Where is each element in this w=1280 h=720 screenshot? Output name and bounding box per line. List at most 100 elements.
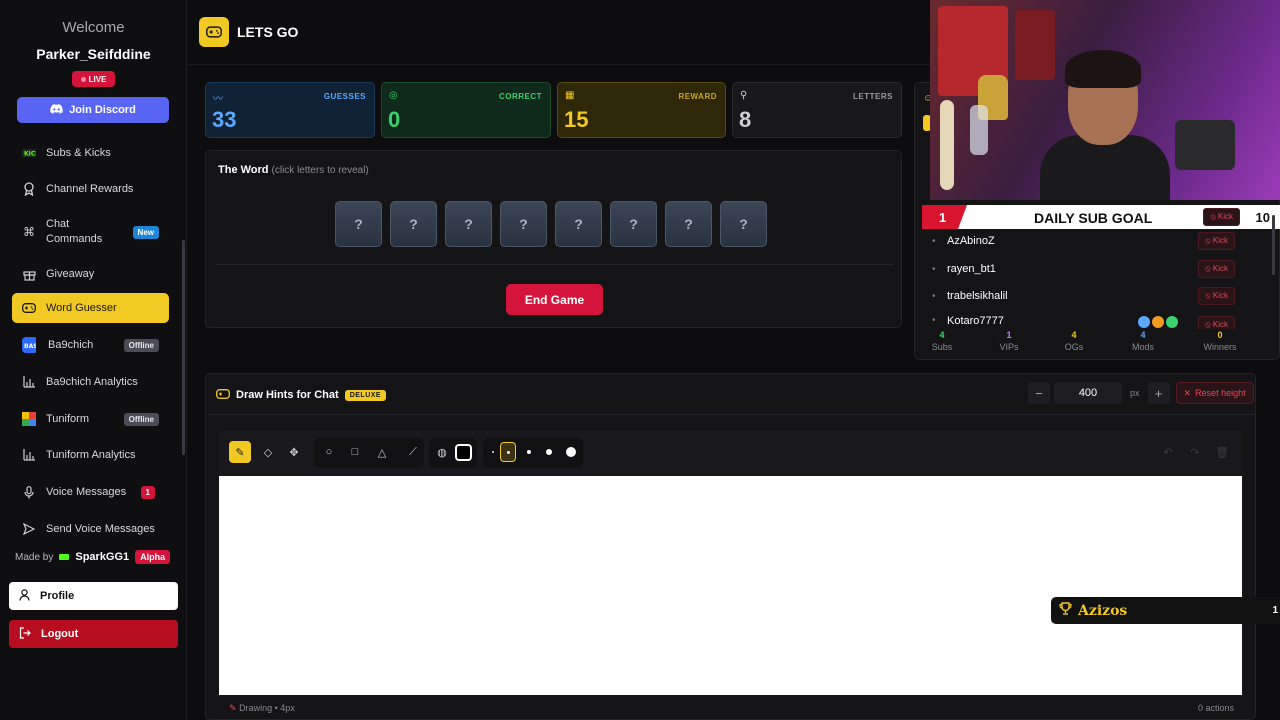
sidebar-item-voice-messages[interactable]: Voice Messages 1: [12, 479, 169, 505]
webcam-overlay: [930, 0, 1280, 200]
pencil-icon: ✎: [235, 446, 245, 459]
circle-tool-button[interactable]: ○: [318, 441, 340, 463]
trophy-icon: [1059, 602, 1072, 619]
logout-button[interactable]: Logout: [9, 620, 178, 648]
sidebar-item-subs-kicks[interactable]: KICK Subs & Kicks: [12, 140, 169, 166]
close-icon: ✕: [1183, 387, 1192, 398]
users-scrollbar[interactable]: [1272, 215, 1275, 275]
join-discord-label: Join Discord: [69, 104, 136, 116]
stat-label: Mods: [1131, 342, 1154, 352]
sidebar-item-tuniform[interactable]: Tuniform Offline: [12, 406, 169, 432]
letter-tile[interactable]: ?: [500, 201, 547, 247]
word-card: The Word (click letters to reveal) ? ? ? …: [205, 150, 902, 328]
sidebar-item-chat-commands[interactable]: ⌘ Chat Commands New: [12, 216, 169, 248]
size-dot-icon: [506, 450, 510, 454]
decrease-height-button[interactable]: −: [1028, 382, 1050, 404]
kick-button[interactable]: ⦸ Kick: [1198, 316, 1235, 329]
pencil-tool-button[interactable]: ✎: [229, 441, 251, 463]
stat-label: CORRECT: [498, 92, 542, 101]
brush-size-5-button[interactable]: [560, 441, 582, 463]
stat-subs: 4 Subs: [917, 330, 967, 352]
made-by-label: Made by: [15, 551, 54, 563]
letter-tile[interactable]: ?: [390, 201, 437, 247]
letter-tile[interactable]: ?: [335, 201, 382, 247]
winner-toast: Azizos 1: [1051, 597, 1280, 624]
letter-tile[interactable]: ?: [610, 201, 657, 247]
kick-button[interactable]: ⦸ Kick: [1198, 287, 1235, 305]
stat-count: 4: [1071, 330, 1077, 340]
height-control: − 400 px + ✕ Reset height: [1028, 382, 1254, 404]
bullet-icon: •: [932, 315, 936, 326]
user-row: • AzAbinoZ ⦸ Kick: [920, 228, 1240, 254]
sidebar-item-giveaway[interactable]: Giveaway: [12, 261, 169, 287]
end-game-button[interactable]: End Game: [506, 284, 603, 315]
sidebar-item-ba9chich[interactable]: BA9 Ba9chich Offline: [12, 332, 169, 358]
author-name[interactable]: SparkGG1: [75, 551, 129, 563]
join-discord-button[interactable]: Join Discord: [17, 97, 169, 123]
color-swatch: [454, 443, 472, 461]
clear-canvas-button[interactable]: 🗑: [1211, 441, 1233, 463]
deluxe-badge: DELUXE: [344, 389, 387, 401]
letter-tile[interactable]: ?: [720, 201, 767, 247]
new-badge: New: [132, 225, 159, 239]
triangle-tool-button[interactable]: △: [371, 441, 393, 463]
word-title-text: The Word: [218, 164, 269, 176]
stat-value: 0: [388, 107, 401, 132]
redo-button[interactable]: ↷: [1184, 441, 1206, 463]
bar-chart-icon: [22, 448, 36, 462]
user-name: Kotaro7777: [947, 315, 1004, 327]
letter-tile[interactable]: ?: [445, 201, 492, 247]
username: Parker_Seifddine: [36, 46, 151, 62]
sidebar-item-send-voice-messages[interactable]: Send Voice Messages: [12, 516, 169, 542]
letter-tile[interactable]: ?: [555, 201, 602, 247]
user-row: • Kotaro7777 ⦸ Kick: [920, 311, 1240, 329]
sidebar-scrollbar[interactable]: [182, 240, 185, 455]
undo-button[interactable]: ↶: [1157, 441, 1179, 463]
logout-icon: [19, 626, 31, 642]
sub-goal-label: DAILY SUB GOAL: [1034, 210, 1153, 226]
kick-button[interactable]: ⦸ Kick: [1198, 260, 1235, 278]
sidebar-item-label: Tuniform: [46, 413, 89, 425]
brush-size-3-button[interactable]: [518, 441, 540, 463]
word-hint: (click letters to reveal): [271, 165, 369, 176]
bullet-icon: •: [932, 235, 936, 247]
stat-guesses: 〰 GUESSES 33: [205, 82, 375, 138]
sidebar-item-ba9chich-analytics[interactable]: Ba9chich Analytics: [12, 369, 169, 395]
sidebar-item-channel-rewards[interactable]: Channel Rewards: [12, 176, 169, 202]
bullet-icon: •: [932, 290, 936, 302]
rectangle-tool-button[interactable]: □: [344, 441, 366, 463]
brush-size-4-button[interactable]: [538, 441, 560, 463]
sidebar-item-label: Word Guesser: [46, 302, 117, 314]
kick-button[interactable]: ⦸ Kick: [1198, 232, 1235, 250]
increase-height-button[interactable]: +: [1147, 382, 1170, 404]
trash-icon: 🗑: [1215, 446, 1229, 459]
letter-tile[interactable]: ?: [665, 201, 712, 247]
line-tool-button[interactable]: ⟋: [402, 441, 424, 463]
brush-size-2-button[interactable]: [500, 442, 516, 462]
reset-height-button[interactable]: ✕ Reset height: [1175, 382, 1254, 404]
drawing-canvas[interactable]: [219, 476, 1242, 695]
user-name: trabelsikhalil: [947, 290, 1008, 302]
sidebar-item-word-guesser[interactable]: Word Guesser: [12, 293, 169, 323]
size-dot-icon: [546, 449, 552, 455]
send-icon: [22, 522, 36, 536]
eraser-tool-button[interactable]: ◇: [257, 441, 279, 463]
profile-button[interactable]: Profile: [9, 582, 178, 610]
user-role-stats: 4 Subs 1 VIPs 4 OGs 4 Mods 0 Winners: [914, 330, 1280, 358]
color-swatch-button[interactable]: [452, 441, 474, 463]
palette-button[interactable]: ◍: [431, 441, 453, 463]
user-name: AzAbinoZ: [947, 235, 995, 247]
svg-text:KICK: KICK: [24, 151, 36, 158]
live-badge: LIVE: [72, 71, 115, 87]
sidebar-item-label: Tuniform Analytics: [46, 449, 136, 461]
sidebar-item-tuniform-analytics[interactable]: Tuniform Analytics: [12, 442, 169, 468]
check-circle-icon: ◎: [389, 90, 398, 101]
circle-icon: ○: [325, 446, 333, 458]
kick-button[interactable]: ⦸ Kick: [1203, 208, 1240, 226]
jersey-shape: [1015, 10, 1055, 80]
height-input[interactable]: 400: [1054, 382, 1122, 404]
reset-height-label: Reset height: [1195, 388, 1246, 398]
offline-badge: Offline: [123, 412, 159, 426]
stat-label: Winners: [1203, 342, 1237, 352]
move-tool-button[interactable]: ✥: [283, 441, 305, 463]
